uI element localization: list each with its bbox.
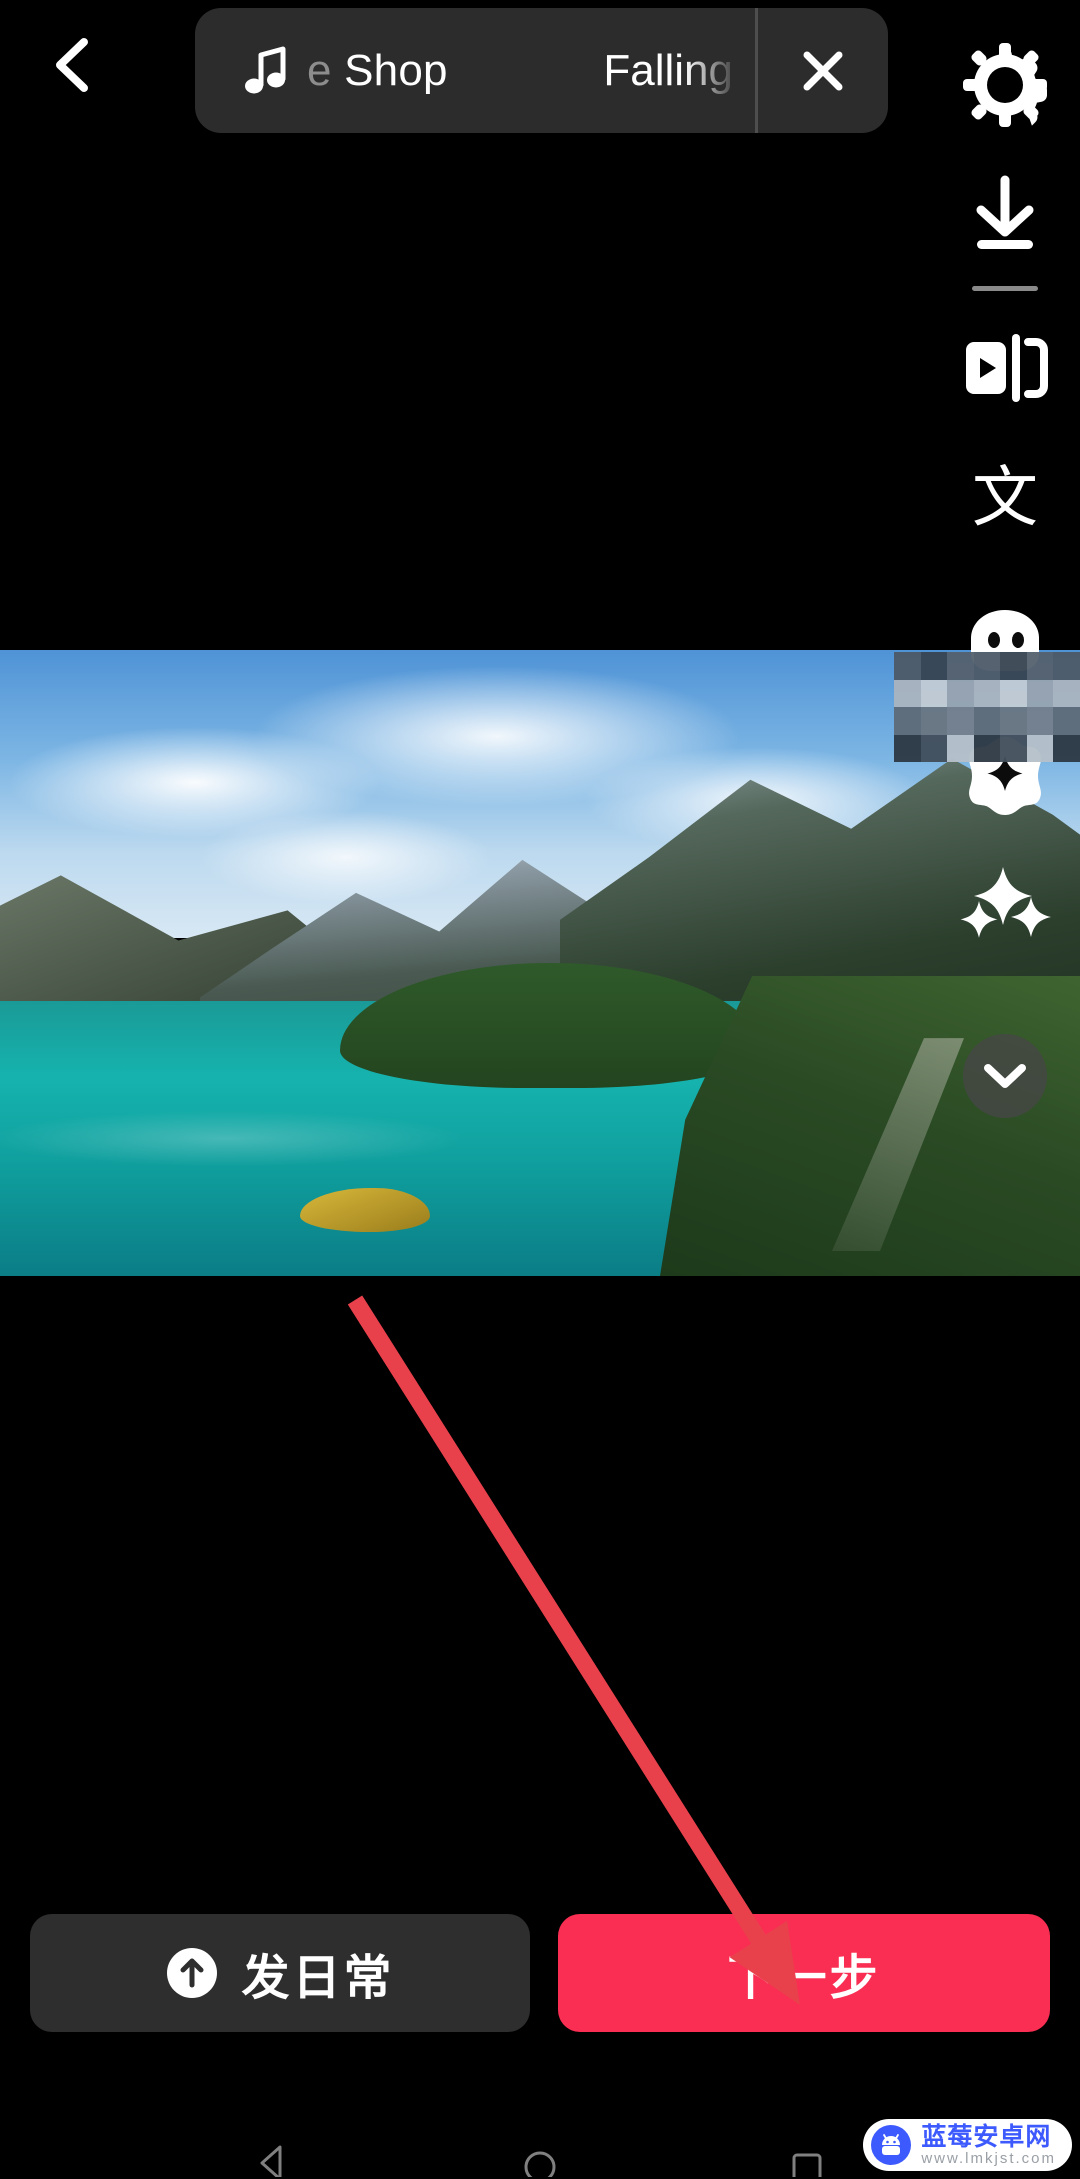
mosaic-tile — [894, 734, 921, 762]
sparkles-icon — [960, 867, 1051, 938]
android-robot-icon — [871, 2125, 912, 2165]
next-label: 下一步 — [727, 1950, 881, 2006]
mosaic-tile — [973, 679, 1001, 707]
effects-button[interactable] — [940, 841, 1070, 971]
mosaic-tile — [947, 734, 974, 762]
arrow-up-circle-icon — [167, 1948, 218, 1998]
nav-back-triangle-icon[interactable] — [256, 2143, 290, 2177]
text-button[interactable]: 文 — [940, 433, 1070, 563]
watermark-site-name: 蓝莓安卓网 — [921, 2122, 1052, 2151]
mosaic-tile — [1000, 679, 1027, 707]
chevron-down-icon — [984, 1064, 1026, 1088]
mosaic-tile — [894, 679, 921, 707]
mosaic-tile — [1000, 734, 1027, 762]
music-track-name-tail: Shop — [331, 45, 448, 95]
mosaic-tile — [920, 679, 948, 707]
music-track-marquee-second: Falling i — [603, 45, 755, 95]
mosaic-tile — [1053, 679, 1080, 707]
mosaic-tile — [1053, 707, 1080, 735]
preview-lake-shimmer — [0, 1075, 756, 1201]
mosaic-tile — [947, 707, 974, 735]
mosaic-tile — [894, 707, 921, 735]
watermark-text: 蓝莓安卓网 www.lmkjst.com — [921, 2124, 1056, 2166]
next-button[interactable]: 下一步 — [558, 1914, 1050, 2032]
bottom-action-bar: 发日常 下一步 — [0, 1908, 1080, 2038]
tool-rail: 文 — [930, 0, 1080, 1230]
mosaic-tile — [973, 652, 1001, 680]
music-close-button[interactable] — [758, 8, 888, 133]
chevron-left-icon — [56, 38, 88, 92]
mosaic-tile — [1000, 707, 1027, 735]
download-icon — [976, 175, 1034, 249]
mosaic-censor-block — [894, 652, 1080, 762]
download-button[interactable] — [940, 150, 1070, 280]
settings-button[interactable] — [940, 20, 1070, 150]
mosaic-tile — [947, 679, 974, 707]
clip-split-button[interactable] — [940, 303, 1070, 433]
collapse-rail-button[interactable] — [940, 1011, 1070, 1141]
mosaic-tile — [894, 652, 921, 680]
mosaic-tile — [920, 707, 948, 735]
mosaic-tile — [973, 734, 1001, 762]
watermark-url: www.lmkjst.com — [921, 2150, 1056, 2167]
nav-recents-square-icon[interactable] — [790, 2143, 824, 2177]
music-note-icon — [245, 46, 286, 93]
mosaic-tile — [1053, 734, 1080, 762]
mosaic-tile — [920, 734, 948, 762]
music-track-pill[interactable]: e Shop Falling i — [195, 8, 888, 133]
mosaic-tile — [920, 652, 948, 680]
text-cjk-icon: 文 — [972, 459, 1038, 536]
post-daily-button[interactable]: 发日常 — [30, 1914, 530, 2032]
close-icon — [803, 51, 843, 90]
mosaic-tile — [1026, 707, 1054, 735]
mosaic-tile — [973, 707, 1001, 735]
music-track-info[interactable]: e Shop Falling i — [195, 8, 755, 133]
video-split-icon — [966, 334, 1048, 402]
back-button[interactable] — [30, 22, 116, 108]
mosaic-tile — [1000, 652, 1027, 680]
mosaic-tile — [1026, 652, 1054, 680]
music-track-lead-char: e — [307, 45, 332, 95]
app-screen: e Shop Falling i 文 发日常 下一步 蓝莓安卓网 www.lmk… — [0, 0, 1080, 2179]
site-watermark: 蓝莓安卓网 www.lmkjst.com — [863, 2119, 1072, 2171]
post-daily-label: 发日常 — [241, 1950, 395, 2006]
music-track-marquee: e Shop Falling i — [307, 8, 755, 133]
collapse-circle — [963, 1034, 1047, 1118]
gear-icon — [963, 43, 1047, 127]
mosaic-tile — [1053, 652, 1080, 680]
nav-home-circle-icon[interactable] — [523, 2143, 557, 2177]
mosaic-tile — [1026, 679, 1054, 707]
rail-separator — [972, 286, 1038, 291]
mosaic-tile — [1026, 734, 1054, 762]
mosaic-tile — [947, 652, 974, 680]
